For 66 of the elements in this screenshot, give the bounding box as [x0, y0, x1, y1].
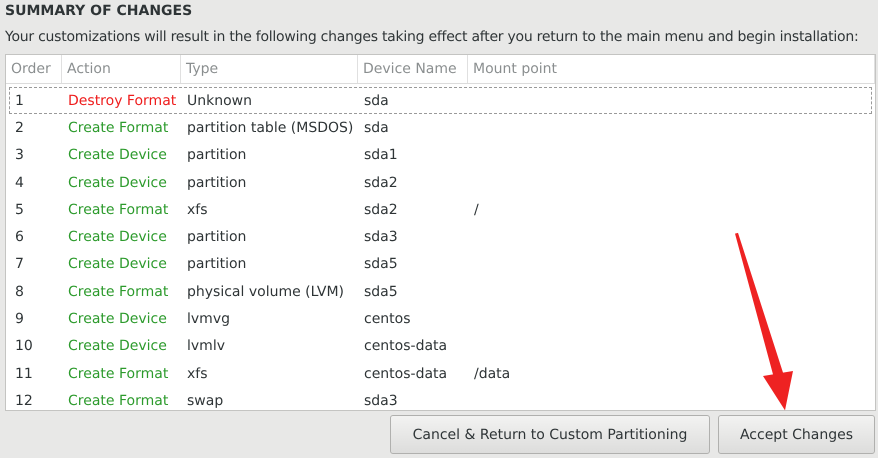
table-row[interactable]: 11 Create Format xfs centos-data /data	[9, 360, 872, 388]
table-cell-text: 8	[14, 284, 25, 300]
table-row[interactable]: 1 Destroy Format Unknown sda	[9, 87, 872, 114]
table-cell-text: Create Format	[67, 366, 170, 382]
table-cell-text: Create Device	[67, 229, 168, 246]
table-row[interactable]: 12 Create Format swap sda3	[9, 387, 872, 410]
description-text: Your customizations will result in the following changes taking effect after you return to the main menu and begin installation:	[5, 28, 860, 47]
table-cell-text: Create Format	[67, 284, 170, 300]
table-row[interactable]: 6 Create Device partition sda3	[9, 223, 872, 251]
table-row[interactable]: 2 Create Format partition table (MSDOS) sda	[9, 114, 872, 142]
table-cell-text: sda3	[363, 392, 399, 409]
table-cell-text: partition	[186, 256, 248, 272]
table-cell-text: Create Device	[67, 174, 168, 191]
table-cell-text: sda3	[363, 229, 399, 246]
table-cell-text: Create Device	[67, 147, 168, 164]
table-cell-text: 9	[14, 311, 25, 328]
table-row[interactable]: 3 Create Device partition sda1	[9, 142, 872, 169]
table-cell-text: Create Device	[67, 338, 168, 354]
table-cell-text: /	[473, 202, 480, 218]
table-cell-text: partition	[186, 147, 248, 164]
table-cell-text: partition table (MSDOS)	[186, 120, 354, 136]
table-cell-text: sda5	[363, 284, 399, 300]
table-cell-text: Destroy Format	[67, 92, 178, 109]
table-cell-text: swap	[186, 392, 224, 409]
table-cell-text: 11	[14, 366, 34, 382]
table-cell-text: Unknown	[186, 92, 253, 109]
table-row[interactable]: 5 Create Format xfs sda2 /	[9, 196, 872, 224]
table-row[interactable]: 10 Create Device lvmlv centos-data	[9, 332, 872, 360]
table-cell-text: Create Format	[67, 202, 170, 218]
table-cell-text: 7	[14, 256, 25, 272]
table-cell-text: 12	[14, 392, 34, 409]
table-cell-text: sda	[363, 92, 390, 109]
table-cell-text: xfs	[186, 202, 209, 218]
table-cell-text: lvmlv	[186, 338, 226, 354]
accept-button[interactable]: Accept Changes	[718, 415, 875, 454]
table-cell-text: lvmvg	[186, 311, 231, 328]
table-cell-text: sda1	[363, 147, 399, 164]
table-cell-text: physical volume (LVM)	[186, 284, 346, 300]
cancel-button[interactable]: Cancel & Return to Custom Partitioning	[390, 415, 710, 454]
table-cell-text: 5	[14, 202, 25, 218]
table-cell-text: Create Format	[67, 392, 170, 409]
table-cell-text: 3	[14, 147, 25, 164]
table-cell-text: 4	[14, 174, 25, 191]
table-cell-text: partition	[186, 229, 248, 246]
table-cell-text: Create Format	[67, 120, 170, 136]
section-title: SUMMARY OF CHANGES	[5, 2, 194, 21]
table-cell-text: sda2	[363, 202, 399, 218]
table-cell-text: sda5	[363, 256, 399, 272]
table-row[interactable]: 7 Create Device partition sda5	[9, 250, 872, 278]
table-cell-text: centos-data	[363, 366, 448, 382]
table-cell-text: sda2	[363, 174, 399, 191]
table-row[interactable]: 8 Create Format physical volume (LVM) sda5	[9, 278, 872, 306]
table-row[interactable]: 4 Create Device partition sda2	[9, 168, 872, 196]
table-cell-text: centos	[363, 311, 412, 328]
table-cell-text: sda	[363, 120, 390, 136]
table-cell-text: partition	[186, 174, 248, 191]
table-cell-text: centos-data	[363, 338, 448, 354]
table-cell-text: /data	[473, 366, 512, 382]
table-cell-text: 6	[14, 229, 25, 246]
table-row[interactable]: 9 Create Device lvmvg centos	[9, 305, 872, 333]
table-cell-text: xfs	[186, 366, 209, 382]
table-cell-text: Create Device	[67, 256, 168, 272]
table-cell-text: 1	[14, 92, 25, 109]
table-cell-text: 2	[14, 120, 25, 136]
table-cell-text: Create Device	[67, 311, 168, 328]
table-cell-text: 10	[14, 338, 34, 354]
